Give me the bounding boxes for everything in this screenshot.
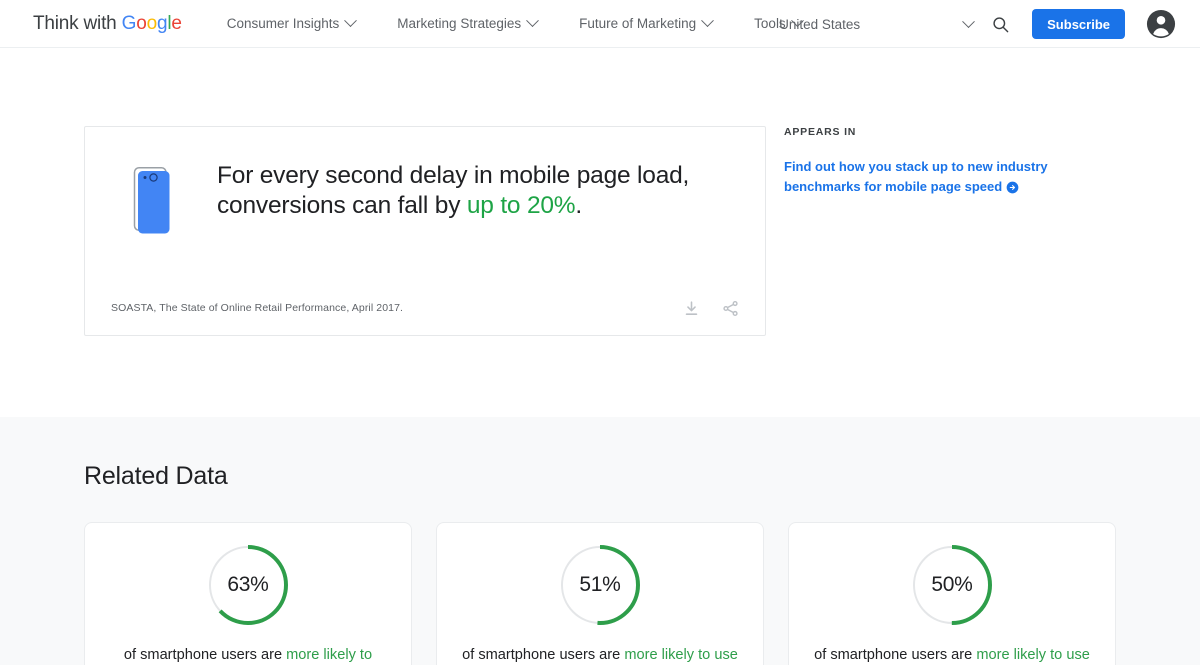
logo-think-with-google[interactable]: Think with Google <box>33 13 182 35</box>
logo-letter-o1: o <box>136 12 147 34</box>
nav-label: Consumer Insights <box>226 16 340 31</box>
nav-item-future-of-marketing[interactable]: Future of Marketing <box>558 14 733 31</box>
data-card[interactable]: 63% of smartphone users are more likely … <box>84 522 412 665</box>
logo-letter-g2: g <box>156 12 168 34</box>
site-header: Think with Google Consumer Insights Mark… <box>0 0 1200 48</box>
headline-highlight: up to 20% <box>466 191 576 219</box>
donut-chart: 63% <box>207 544 289 626</box>
caption-lead: of smartphone users are <box>123 647 287 663</box>
appears-in-label: APPEARS IN <box>784 126 857 138</box>
nav-item-marketing-strategies[interactable]: Marketing Strategies <box>376 14 558 31</box>
data-card-caption: of smartphone users are more likely to u… <box>811 645 1093 665</box>
share-icon[interactable] <box>722 300 739 317</box>
chevron-down-icon[interactable] <box>962 14 976 28</box>
download-icon[interactable] <box>683 300 700 317</box>
donut-percent-label: 51% <box>579 573 621 596</box>
appears-in-section: APPEARS IN Find out how you stack up to … <box>784 126 1114 199</box>
caption-lead: of smartphone users are <box>462 647 625 663</box>
nav-label: Marketing Strategies <box>397 16 522 31</box>
donut-percent-label: 50% <box>931 573 973 596</box>
headline-text-lead: For every second delay in mobile page lo… <box>217 162 690 219</box>
source-citation: SOASTA, The State of Online Retail Perfo… <box>111 302 404 314</box>
hero-section: For every second delay in mobile page lo… <box>0 48 1200 417</box>
subscribe-button[interactable]: Subscribe <box>1032 9 1125 39</box>
chevron-down-icon <box>526 14 539 28</box>
donut-percent-label: 63% <box>227 573 269 596</box>
primary-navigation: Consumer Insights Marketing Strategies F… <box>206 14 823 31</box>
related-data-cards: 63% of smartphone users are more likely … <box>0 491 1200 665</box>
logo-letter-e: e <box>171 12 182 34</box>
nav-item-consumer-insights[interactable]: Consumer Insights <box>206 14 377 31</box>
appears-in-link[interactable]: Find out how you stack up to new industr… <box>784 157 1102 199</box>
logo-text-prefix: Think with <box>33 12 122 34</box>
card-actions <box>683 300 739 317</box>
stat-card-body: For every second delay in mobile page lo… <box>85 127 765 248</box>
stat-card: For every second delay in mobile page lo… <box>84 126 766 336</box>
header-right-actions: United States Subscribe <box>779 0 1176 48</box>
caption-lead: of smartphone users are <box>814 647 977 663</box>
data-card-caption: of smartphone users are more likely to p… <box>107 645 389 665</box>
stat-card-footer: SOASTA, The State of Online Retail Perfo… <box>85 281 765 335</box>
mobile-phone-icon <box>127 161 187 248</box>
data-card[interactable]: 50% of smartphone users are more likely … <box>788 522 1116 665</box>
search-icon[interactable] <box>991 15 1010 34</box>
related-data-section: Related Data 63% of smartphone users are… <box>0 417 1200 665</box>
arrow-right-circle-icon <box>1006 180 1019 200</box>
data-card[interactable]: 51% of smartphone users are more likely … <box>436 522 764 665</box>
related-data-title: Related Data <box>84 462 228 490</box>
account-avatar[interactable] <box>1146 9 1176 39</box>
stat-headline: For every second delay in mobile page lo… <box>217 161 725 221</box>
logo-letter-o2: o <box>146 12 158 34</box>
country-selector[interactable]: United States <box>779 17 860 32</box>
logo-letter-g1: G <box>121 12 137 34</box>
headline-text-trail: . <box>575 191 583 219</box>
chevron-down-icon <box>701 14 715 28</box>
chevron-down-icon <box>344 14 358 28</box>
nav-label: Future of Marketing <box>579 16 697 31</box>
data-card-caption: of smartphone users are more likely to u… <box>459 645 741 665</box>
donut-chart: 51% <box>559 544 641 626</box>
donut-chart: 50% <box>911 544 993 626</box>
